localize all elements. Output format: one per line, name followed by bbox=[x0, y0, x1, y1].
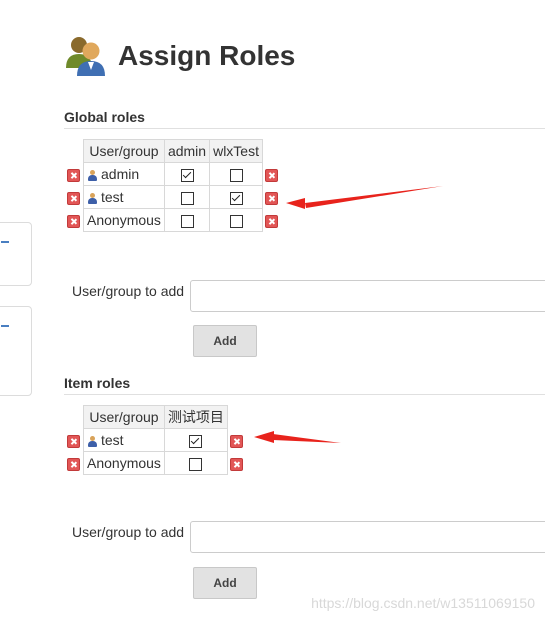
user-cell: test bbox=[83, 185, 165, 209]
delete-row-icon[interactable] bbox=[229, 457, 243, 471]
side-panel-card bbox=[0, 306, 32, 396]
global-roles-heading: Global roles bbox=[64, 109, 145, 125]
user-icon bbox=[87, 435, 97, 447]
page-title: Assign Roles bbox=[118, 40, 296, 71]
add-user-label: User/group to add bbox=[72, 283, 185, 299]
user-cell: test bbox=[83, 428, 165, 452]
global-add-user-input[interactable] bbox=[190, 280, 545, 312]
delete-row-icon[interactable] bbox=[67, 457, 80, 471]
users-icon bbox=[66, 37, 105, 76]
delete-row-icon[interactable] bbox=[264, 191, 278, 205]
user-icon bbox=[87, 169, 97, 181]
annotation-arrow bbox=[305, 186, 443, 208]
item-roles-table: User/group 测试项目 test Anonymous bbox=[65, 405, 246, 475]
table-row: test bbox=[65, 428, 246, 452]
user-cell: admin bbox=[83, 162, 165, 186]
role-checkbox-wlxtest[interactable] bbox=[229, 191, 243, 205]
delete-row-icon[interactable] bbox=[67, 214, 80, 228]
table-header-row: User/group admin wlxTest bbox=[65, 139, 281, 163]
role-checkbox-project[interactable] bbox=[189, 457, 203, 471]
user-name: test bbox=[101, 432, 124, 448]
delete-row-icon[interactable] bbox=[67, 191, 80, 205]
role-checkbox-wlxtest[interactable] bbox=[229, 168, 243, 182]
global-add-button[interactable]: Add bbox=[193, 325, 257, 357]
delete-row-icon[interactable] bbox=[264, 214, 278, 228]
role-checkbox-admin[interactable] bbox=[180, 214, 194, 228]
delete-row-icon[interactable] bbox=[67, 168, 80, 182]
side-link-stub[interactable] bbox=[1, 241, 9, 243]
side-link-stub[interactable] bbox=[1, 325, 9, 327]
section-divider bbox=[64, 394, 545, 395]
delete-row-icon[interactable] bbox=[229, 434, 243, 448]
global-roles-table: User/group admin wlxTest admin test Anon… bbox=[65, 139, 281, 232]
table-row: Anonymous bbox=[65, 208, 281, 232]
add-user-label: User/group to add bbox=[72, 524, 185, 540]
item-add-button[interactable]: Add bbox=[193, 567, 257, 599]
column-header: User/group bbox=[83, 139, 165, 163]
table-row: Anonymous bbox=[65, 451, 246, 475]
table-header-row: User/group 测试项目 bbox=[65, 405, 246, 429]
column-header: 测试项目 bbox=[163, 405, 228, 429]
anonymous-cell: Anonymous bbox=[83, 208, 165, 232]
annotation-arrow bbox=[254, 431, 274, 443]
item-roles-heading: Item roles bbox=[64, 375, 131, 391]
delete-row-icon[interactable] bbox=[67, 434, 80, 448]
column-header: User/group bbox=[83, 405, 165, 429]
section-divider bbox=[64, 128, 545, 129]
column-header: wlxTest bbox=[209, 139, 263, 163]
table-row: admin bbox=[65, 162, 281, 186]
annotation-arrow bbox=[286, 198, 305, 209]
item-add-user-input[interactable] bbox=[190, 521, 545, 553]
table-row: test bbox=[65, 185, 281, 209]
annotation-arrow bbox=[273, 434, 341, 443]
role-checkbox-admin[interactable] bbox=[180, 191, 194, 205]
watermark: https://blog.csdn.net/w13511069150 bbox=[311, 595, 535, 611]
user-icon bbox=[87, 192, 97, 204]
page-header: Assign Roles bbox=[64, 32, 295, 80]
user-name: admin bbox=[101, 166, 140, 182]
role-checkbox-project[interactable] bbox=[189, 434, 203, 448]
side-panel-card bbox=[0, 222, 32, 286]
anonymous-cell: Anonymous bbox=[83, 451, 165, 475]
role-checkbox-admin[interactable] bbox=[180, 168, 194, 182]
role-checkbox-wlxtest[interactable] bbox=[229, 214, 243, 228]
user-name: test bbox=[101, 189, 124, 205]
delete-row-icon[interactable] bbox=[264, 168, 278, 182]
column-header: admin bbox=[163, 139, 211, 163]
